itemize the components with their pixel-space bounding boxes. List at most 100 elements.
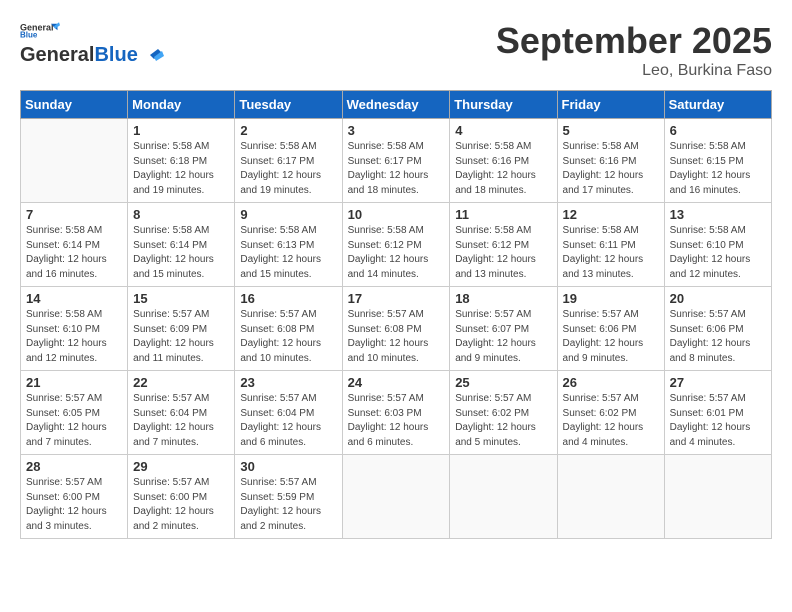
day-number: 26 xyxy=(563,375,659,390)
day-info: Sunrise: 5:58 AM Sunset: 6:16 PM Dayligh… xyxy=(563,140,659,198)
day-info: Sunrise: 5:57 AM Sunset: 6:00 PM Dayligh… xyxy=(26,476,122,534)
location: Leo, Burkina Faso xyxy=(496,62,772,80)
logo-blue: Blue xyxy=(94,44,137,67)
day-info: Sunrise: 5:57 AM Sunset: 6:06 PM Dayligh… xyxy=(563,308,659,366)
day-number: 15 xyxy=(133,291,229,306)
logo-icon: General Blue xyxy=(20,20,60,40)
day-number: 2 xyxy=(240,123,336,138)
day-number: 30 xyxy=(240,459,336,474)
day-number: 24 xyxy=(348,375,445,390)
day-header-thursday: Thursday xyxy=(450,91,557,119)
calendar-cell: 27 Sunrise: 5:57 AM Sunset: 6:01 PM Dayli… xyxy=(664,371,771,455)
calendar-cell: 10 Sunrise: 5:58 AM Sunset: 6:12 PM Dayli… xyxy=(342,203,450,287)
day-info: Sunrise: 5:58 AM Sunset: 6:14 PM Dayligh… xyxy=(26,224,122,282)
day-info: Sunrise: 5:57 AM Sunset: 6:08 PM Dayligh… xyxy=(240,308,336,366)
calendar-cell xyxy=(450,455,557,539)
day-number: 25 xyxy=(455,375,551,390)
day-info: Sunrise: 5:58 AM Sunset: 6:10 PM Dayligh… xyxy=(26,308,122,366)
day-info: Sunrise: 5:57 AM Sunset: 6:03 PM Dayligh… xyxy=(348,392,445,450)
calendar-header: SundayMondayTuesdayWednesdayThursdayFrid… xyxy=(21,91,772,119)
calendar-cell xyxy=(21,119,128,203)
day-header-monday: Monday xyxy=(128,91,235,119)
day-info: Sunrise: 5:57 AM Sunset: 6:01 PM Dayligh… xyxy=(670,392,766,450)
calendar-cell xyxy=(557,455,664,539)
calendar-cell: 24 Sunrise: 5:57 AM Sunset: 6:03 PM Dayli… xyxy=(342,371,450,455)
calendar-cell: 17 Sunrise: 5:57 AM Sunset: 6:08 PM Dayli… xyxy=(342,287,450,371)
day-info: Sunrise: 5:57 AM Sunset: 6:05 PM Dayligh… xyxy=(26,392,122,450)
calendar-cell: 7 Sunrise: 5:58 AM Sunset: 6:14 PM Daylig… xyxy=(21,203,128,287)
day-header-saturday: Saturday xyxy=(664,91,771,119)
calendar-body: 1 Sunrise: 5:58 AM Sunset: 6:18 PM Daylig… xyxy=(21,119,772,539)
calendar-cell: 1 Sunrise: 5:58 AM Sunset: 6:18 PM Daylig… xyxy=(128,119,235,203)
day-number: 23 xyxy=(240,375,336,390)
day-number: 27 xyxy=(670,375,766,390)
day-number: 28 xyxy=(26,459,122,474)
day-info: Sunrise: 5:58 AM Sunset: 6:12 PM Dayligh… xyxy=(455,224,551,282)
title-block: September 2025 Leo, Burkina Faso xyxy=(496,20,772,80)
logo: General Blue General Blue xyxy=(20,20,164,67)
day-info: Sunrise: 5:57 AM Sunset: 6:04 PM Dayligh… xyxy=(240,392,336,450)
day-info: Sunrise: 5:58 AM Sunset: 6:16 PM Dayligh… xyxy=(455,140,551,198)
header-row: SundayMondayTuesdayWednesdayThursdayFrid… xyxy=(21,91,772,119)
day-info: Sunrise: 5:57 AM Sunset: 6:08 PM Dayligh… xyxy=(348,308,445,366)
day-info: Sunrise: 5:57 AM Sunset: 6:02 PM Dayligh… xyxy=(563,392,659,450)
calendar-cell: 22Sunrise: 5:57 AM Sunset: 6:04 PM Dayli… xyxy=(128,371,235,455)
day-info: Sunrise: 5:58 AM Sunset: 6:11 PM Dayligh… xyxy=(563,224,659,282)
day-number: 12 xyxy=(563,207,659,222)
calendar-cell: 29 Sunrise: 5:57 AM Sunset: 6:00 PM Dayli… xyxy=(128,455,235,539)
day-info: Sunrise: 5:58 AM Sunset: 6:13 PM Dayligh… xyxy=(240,224,336,282)
logo-general: General xyxy=(20,44,94,67)
day-number: 17 xyxy=(348,291,445,306)
day-info: Sunrise: 5:57 AM Sunset: 6:07 PM Dayligh… xyxy=(455,308,551,366)
calendar-cell: 15Sunrise: 5:57 AM Sunset: 6:09 PM Dayli… xyxy=(128,287,235,371)
calendar-cell: 28 Sunrise: 5:57 AM Sunset: 6:00 PM Dayli… xyxy=(21,455,128,539)
day-number: 18 xyxy=(455,291,551,306)
day-number: 13 xyxy=(670,207,766,222)
day-info: Sunrise: 5:58 AM Sunset: 6:12 PM Dayligh… xyxy=(348,224,445,282)
calendar-cell: 2 Sunrise: 5:58 AM Sunset: 6:17 PM Daylig… xyxy=(235,119,342,203)
day-header-sunday: Sunday xyxy=(21,91,128,119)
day-number: 10 xyxy=(348,207,445,222)
day-number: 6 xyxy=(670,123,766,138)
day-number: 20 xyxy=(670,291,766,306)
calendar-week-row: 28 Sunrise: 5:57 AM Sunset: 6:00 PM Dayli… xyxy=(21,455,772,539)
calendar-week-row: 7 Sunrise: 5:58 AM Sunset: 6:14 PM Daylig… xyxy=(21,203,772,287)
calendar-cell: 16Sunrise: 5:57 AM Sunset: 6:08 PM Dayli… xyxy=(235,287,342,371)
calendar-cell: 26 Sunrise: 5:57 AM Sunset: 6:02 PM Dayli… xyxy=(557,371,664,455)
calendar-week-row: 1 Sunrise: 5:58 AM Sunset: 6:18 PM Daylig… xyxy=(21,119,772,203)
calendar-cell: 19 Sunrise: 5:57 AM Sunset: 6:06 PM Dayli… xyxy=(557,287,664,371)
day-number: 8 xyxy=(133,207,229,222)
day-number: 9 xyxy=(240,207,336,222)
day-number: 21 xyxy=(26,375,122,390)
day-info: Sunrise: 5:58 AM Sunset: 6:18 PM Dayligh… xyxy=(133,140,229,198)
calendar-cell: 30 Sunrise: 5:57 AM Sunset: 5:59 PM Dayli… xyxy=(235,455,342,539)
calendar-cell: 20 Sunrise: 5:57 AM Sunset: 6:06 PM Dayli… xyxy=(664,287,771,371)
day-info: Sunrise: 5:58 AM Sunset: 6:14 PM Dayligh… xyxy=(133,224,229,282)
calendar-cell: 6Sunrise: 5:58 AM Sunset: 6:15 PM Daylig… xyxy=(664,119,771,203)
day-header-wednesday: Wednesday xyxy=(342,91,450,119)
day-info: Sunrise: 5:57 AM Sunset: 6:06 PM Dayligh… xyxy=(670,308,766,366)
day-header-friday: Friday xyxy=(557,91,664,119)
page-header: General Blue General Blue September 2025… xyxy=(20,20,772,80)
calendar-cell: 18 Sunrise: 5:57 AM Sunset: 6:07 PM Dayli… xyxy=(450,287,557,371)
calendar-cell: 9 Sunrise: 5:58 AM Sunset: 6:13 PM Daylig… xyxy=(235,203,342,287)
day-number: 19 xyxy=(563,291,659,306)
calendar-week-row: 21 Sunrise: 5:57 AM Sunset: 6:05 PM Dayli… xyxy=(21,371,772,455)
day-info: Sunrise: 5:57 AM Sunset: 6:00 PM Dayligh… xyxy=(133,476,229,534)
day-number: 29 xyxy=(133,459,229,474)
day-info: Sunrise: 5:58 AM Sunset: 6:17 PM Dayligh… xyxy=(348,140,445,198)
calendar-cell: 23 Sunrise: 5:57 AM Sunset: 6:04 PM Dayli… xyxy=(235,371,342,455)
calendar-cell xyxy=(342,455,450,539)
month-title: September 2025 xyxy=(496,20,772,62)
calendar-cell: 25Sunrise: 5:57 AM Sunset: 6:02 PM Dayli… xyxy=(450,371,557,455)
calendar-cell: 21 Sunrise: 5:57 AM Sunset: 6:05 PM Dayli… xyxy=(21,371,128,455)
day-info: Sunrise: 5:58 AM Sunset: 6:17 PM Dayligh… xyxy=(240,140,336,198)
day-info: Sunrise: 5:57 AM Sunset: 6:04 PM Dayligh… xyxy=(133,392,229,450)
calendar-cell: 4Sunrise: 5:58 AM Sunset: 6:16 PM Daylig… xyxy=(450,119,557,203)
day-number: 1 xyxy=(133,123,229,138)
day-number: 11 xyxy=(455,207,551,222)
calendar-cell: 14Sunrise: 5:58 AM Sunset: 6:10 PM Dayli… xyxy=(21,287,128,371)
calendar-cell: 5Sunrise: 5:58 AM Sunset: 6:16 PM Daylig… xyxy=(557,119,664,203)
day-number: 7 xyxy=(26,207,122,222)
day-info: Sunrise: 5:57 AM Sunset: 5:59 PM Dayligh… xyxy=(240,476,336,534)
